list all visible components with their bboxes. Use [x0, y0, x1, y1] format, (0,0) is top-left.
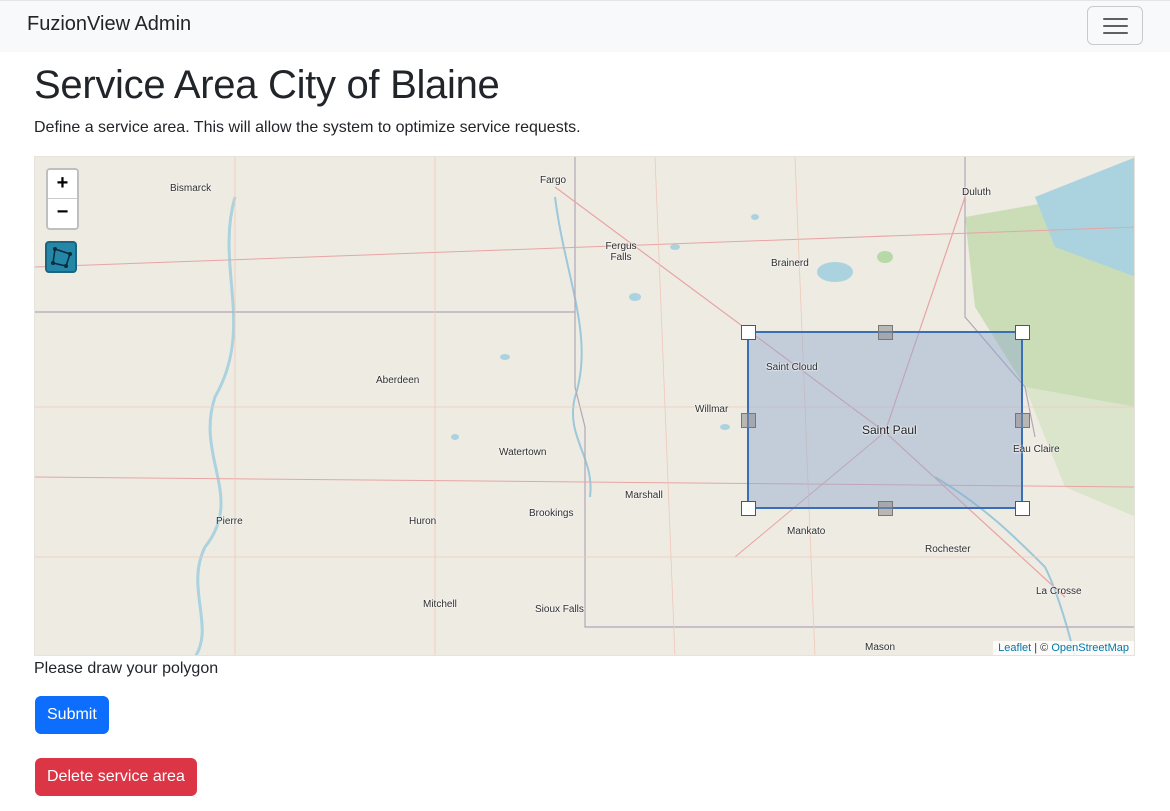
city-label-fargo: Fargo	[540, 175, 567, 186]
city-label-la-crosse: La Crosse	[1036, 586, 1082, 597]
city-label-watertown: Watertown	[499, 447, 547, 458]
vertex-handle-sw[interactable]	[741, 501, 756, 516]
navbar: FuzionView Admin	[0, 0, 1170, 52]
city-label-marshall: Marshall	[625, 490, 663, 501]
city-label-mason: Mason	[865, 642, 896, 653]
city-label-huron: Huron	[409, 516, 437, 527]
city-label-mitchell: Mitchell	[423, 599, 457, 610]
draw-polygon-button[interactable]	[45, 241, 77, 273]
city-label-saint-cloud: Saint Cloud	[766, 362, 818, 373]
submit-button[interactable]: Submit	[35, 696, 109, 734]
map-tiles	[35, 157, 1134, 655]
vertex-handle-ne[interactable]	[1015, 325, 1030, 340]
leaflet-link[interactable]: Leaflet	[998, 642, 1031, 654]
midpoint-handle-e[interactable]	[1015, 413, 1030, 428]
city-label-duluth: Duluth	[962, 187, 991, 198]
zoom-in-button[interactable]: +	[48, 170, 77, 199]
city-label-pierre: Pierre	[216, 516, 243, 527]
city-label-saint-paul: Saint Paul	[862, 423, 917, 437]
city-label-eau-claire: Eau Claire	[1013, 444, 1060, 455]
city-label-brookings: Brookings	[529, 508, 574, 519]
service-area-polygon	[747, 331, 1023, 509]
polygon-draw-icon	[51, 247, 72, 268]
city-label-rochester: Rochester	[925, 544, 971, 555]
page-description: Define a service area. This will allow t…	[34, 119, 581, 136]
map-attribution: Leaflet | © OpenStreetMap	[993, 641, 1134, 655]
navbar-brand[interactable]: FuzionView Admin	[27, 13, 191, 36]
zoom-control: + −	[46, 168, 79, 230]
openstreetmap-link[interactable]: OpenStreetMap	[1051, 642, 1129, 654]
map-container[interactable]: Bismarck Fargo Duluth Fergus Falls Brain…	[34, 156, 1135, 656]
midpoint-handle-n[interactable]	[878, 325, 893, 340]
city-label-sioux-falls: Sioux Falls	[535, 604, 584, 615]
navbar-toggler-button[interactable]	[1087, 6, 1143, 45]
delete-service-area-button[interactable]: Delete service area	[35, 758, 197, 796]
city-label-brainerd: Brainerd	[771, 258, 809, 269]
city-label-fergus-falls: Fergus Falls	[605, 241, 637, 263]
attribution-separator: | ©	[1031, 642, 1052, 654]
zoom-out-button[interactable]: −	[48, 199, 77, 228]
midpoint-handle-s[interactable]	[878, 501, 893, 516]
vertex-handle-se[interactable]	[1015, 501, 1030, 516]
city-label-aberdeen: Aberdeen	[376, 375, 420, 386]
vertex-handle-nw[interactable]	[741, 325, 756, 340]
city-label-bismarck: Bismarck	[170, 183, 212, 194]
city-label-willmar: Willmar	[695, 404, 729, 415]
city-label-mankato: Mankato	[787, 526, 826, 537]
page-title: Service Area City of Blaine	[34, 63, 500, 107]
draw-hint: Please draw your polygon	[34, 660, 219, 677]
midpoint-handle-w[interactable]	[741, 413, 756, 428]
